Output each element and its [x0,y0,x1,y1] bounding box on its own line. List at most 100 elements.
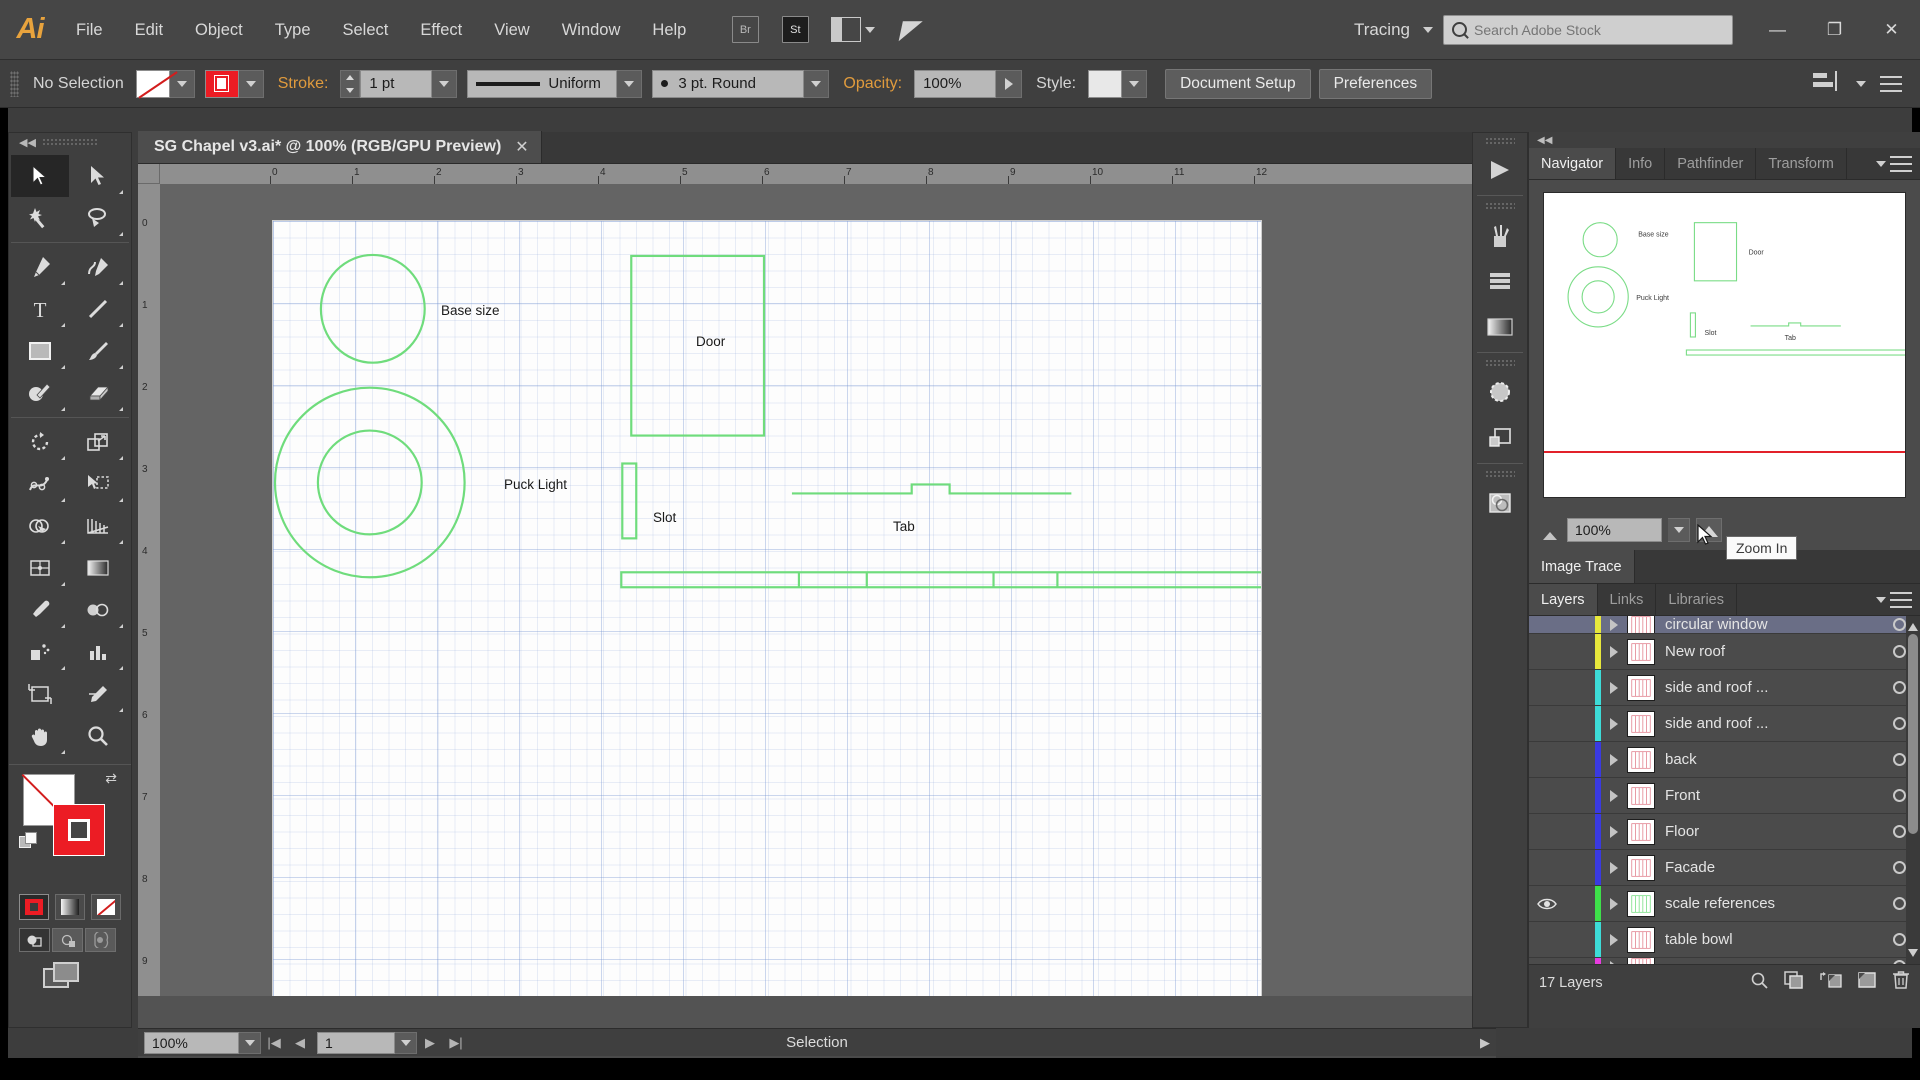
fill-swatch-control[interactable] [136,70,195,98]
layer-name[interactable]: table bowl [1665,931,1878,948]
layer-name[interactable]: New roof [1665,643,1878,660]
gradient-tool[interactable] [69,547,127,589]
symbols-panel-icon[interactable] [1473,258,1527,304]
stroke-weight-dropdown[interactable] [432,70,457,98]
create-new-sublayer-icon[interactable] [1820,971,1842,994]
type-tool[interactable]: T [11,288,69,330]
vertical-ruler[interactable]: 012345678910 [138,184,160,996]
stock-swoosh-icon[interactable]: ◤ [893,16,929,43]
menu-view[interactable]: View [478,0,545,60]
menu-select[interactable]: Select [327,0,405,60]
expand-layer-icon[interactable] [1601,619,1627,631]
tab-image-trace[interactable]: Image Trace [1529,550,1635,583]
control-panel-menu-icon[interactable] [1880,76,1902,92]
layer-row[interactable]: Front [1529,778,1920,814]
gradient-panel-icon[interactable] [1473,304,1527,350]
scroll-up-icon[interactable] [1908,618,1918,636]
layer-name[interactable]: scale references [1665,895,1878,912]
horizontal-ruler[interactable]: 0123456789101112 [160,164,1482,184]
magic-wand-tool[interactable] [11,197,69,239]
stroke-swatch[interactable] [205,70,239,98]
icon-rail-grip[interactable] [1473,466,1527,480]
layer-name[interactable]: side and roof ... [1665,715,1878,732]
draw-normal-button[interactable] [19,928,50,952]
scroll-down-icon[interactable] [1908,944,1918,962]
menu-edit[interactable]: Edit [119,0,179,60]
tab-pathfinder[interactable]: Pathfinder [1665,148,1756,179]
stroke-profile-control[interactable]: Uniform [467,70,642,98]
make-clipping-mask-icon[interactable] [1784,971,1804,994]
tab-info[interactable]: Info [1616,148,1665,179]
navigator-zoom-field[interactable]: 100% [1567,518,1662,542]
paintbrush-tool[interactable] [69,330,127,372]
brush-definition-dropdown[interactable] [804,70,829,98]
navigator-preview[interactable]: Base size Door Puck Light Slot Tab [1529,180,1920,510]
tab-links[interactable]: Links [1598,584,1657,615]
layers-scroll-thumb[interactable] [1908,634,1918,834]
delete-selection-icon[interactable] [1892,970,1910,995]
stroke-color-swatch[interactable] [53,804,105,856]
layer-row[interactable]: side and roof ... [1529,706,1920,742]
line-segment-tool[interactable] [69,288,127,330]
collapse-tools-icon[interactable]: ◀◀ [19,136,36,149]
tab-layers[interactable]: Layers [1529,584,1598,615]
layer-name[interactable]: Front [1665,787,1878,804]
width-tool[interactable] [11,463,69,505]
pen-tool[interactable] [11,246,69,288]
layer-row[interactable]: table bowl [1529,922,1920,958]
arrange-documents-icon[interactable] [827,16,879,43]
first-artboard-button[interactable]: |◀ [261,1030,287,1056]
layer-row[interactable]: back [1529,742,1920,778]
document-setup-button[interactable]: Document Setup [1165,69,1310,99]
locate-object-icon[interactable] [1750,971,1768,994]
navigator-panel-menu[interactable] [1872,148,1920,179]
layer-name[interactable]: Facade [1665,859,1878,876]
zoom-out-button[interactable] [1539,519,1561,541]
draw-behind-button[interactable] [52,928,83,952]
draw-inside-button[interactable] [85,928,116,952]
align-icon[interactable] [1812,71,1838,96]
navigator-canvas[interactable]: Base size Door Puck Light Slot Tab [1543,192,1906,498]
create-new-layer-icon[interactable] [1858,971,1876,994]
align-chevron-icon[interactable] [1856,81,1866,87]
tab-libraries[interactable]: Libraries [1656,584,1737,615]
close-button[interactable]: ✕ [1863,0,1920,60]
expand-layer-icon[interactable] [1601,790,1627,802]
symbol-sprayer-tool[interactable] [11,631,69,673]
expand-layer-icon[interactable] [1601,862,1627,874]
layers-list[interactable]: circular window New roof side and roof ...… [1529,616,1920,964]
swap-fill-stroke-icon[interactable]: ⇄ [105,770,117,787]
default-fill-stroke-icon[interactable] [19,832,37,850]
tools-panel-header[interactable]: ◀◀ [9,133,131,151]
zoom-level-field[interactable]: 100% [144,1032,239,1054]
previous-artboard-button[interactable]: ◀ [287,1030,313,1056]
menu-file[interactable]: File [60,0,119,60]
close-document-icon[interactable]: ✕ [515,137,528,157]
expand-layer-icon[interactable] [1601,718,1627,730]
layer-row[interactable]: circular window [1529,616,1920,634]
menu-help[interactable]: Help [636,0,702,60]
next-artboard-button[interactable]: ▶ [417,1030,443,1056]
shaper-tool[interactable] [11,372,69,414]
none-mode-button[interactable] [91,894,121,920]
artboard-number-field[interactable]: 1 [317,1032,395,1054]
stroke-panel-icon[interactable] [1473,369,1527,415]
direct-selection-tool[interactable] [69,155,127,197]
menu-window[interactable]: Window [546,0,637,60]
layer-name[interactable]: side and roof ... [1665,679,1878,696]
artboard[interactable]: Base size Door Puck Light Slot Tab [272,220,1262,996]
layer-row[interactable]: New roof [1529,634,1920,670]
tab-transform[interactable]: Transform [1756,148,1847,179]
lasso-tool[interactable] [69,197,127,239]
perspective-grid-tool[interactable] [69,505,127,547]
search-adobe-stock[interactable] [1443,15,1733,45]
stroke-weight-control[interactable]: 1 pt [340,70,457,98]
zoom-tool[interactable] [69,715,127,757]
layer-row[interactable]: side and roof ... [1529,670,1920,706]
gradient-mode-button[interactable] [55,894,85,920]
stroke-dropdown-button[interactable] [239,70,264,98]
menu-type[interactable]: Type [259,0,327,60]
expand-layer-icon[interactable] [1601,682,1627,694]
layer-row[interactable]: Floor [1529,814,1920,850]
eyedropper-tool[interactable] [11,589,69,631]
